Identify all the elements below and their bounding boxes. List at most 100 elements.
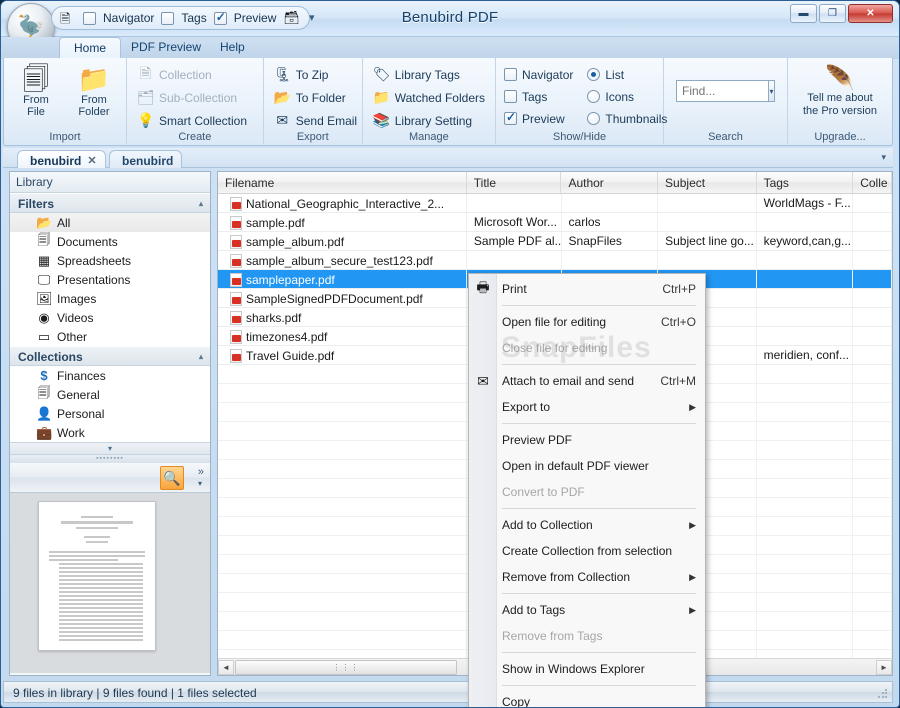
- showhide-tags-row[interactable]: Tags: [504, 87, 573, 106]
- preview-zoom-button[interactable]: 🔍: [160, 466, 184, 490]
- preview-pane[interactable]: [10, 493, 210, 673]
- cell-filename: Travel Guide.pdf: [246, 349, 335, 363]
- column-header-tags[interactable]: Tags: [757, 172, 854, 193]
- smart-collection-button[interactable]: 💡 Smart Collection: [133, 110, 251, 131]
- collection-button[interactable]: 🗎 Collection: [133, 64, 251, 85]
- chevron-double-right-icon[interactable]: »: [198, 466, 204, 478]
- resize-grip[interactable]: [877, 688, 889, 700]
- chevron-up-icon[interactable]: ▴: [199, 199, 203, 208]
- filter-item-videos[interactable]: ◉ Videos: [10, 308, 210, 327]
- to-zip-label: To Zip: [295, 67, 329, 82]
- menu-item-preview-pdf[interactable]: Preview PDF: [469, 427, 705, 453]
- menu-item-print[interactable]: 🖶 Print Ctrl+P: [469, 276, 705, 302]
- tags-checkbox[interactable]: [504, 90, 517, 103]
- view-list-row[interactable]: List: [587, 65, 667, 84]
- import-document-icon[interactable]: 🗎: [60, 10, 76, 26]
- menu-item-add-to-collection[interactable]: Add to Collection ▶: [469, 512, 705, 538]
- column-header-collections[interactable]: Colle: [853, 172, 892, 193]
- collection-item-finances[interactable]: $ Finances: [10, 366, 210, 385]
- library-icon[interactable]: 🗃: [283, 10, 300, 26]
- table-row[interactable]: sample_album_secure_test123.pdf: [218, 251, 892, 270]
- send-email-button[interactable]: ✉ Send Email: [270, 110, 361, 131]
- filter-item-documents[interactable]: 🗐 Documents: [10, 232, 210, 251]
- qat-tags-label[interactable]: Tags: [181, 11, 206, 25]
- filter-item-presentations[interactable]: 🖵 Presentations: [10, 270, 210, 289]
- menu-item-open-file-for-editing[interactable]: Open file for editing Ctrl+O: [469, 309, 705, 335]
- column-header-filename[interactable]: Filename: [218, 172, 467, 193]
- library-tags-button[interactable]: 🏷 Library Tags: [369, 64, 489, 85]
- menu-item-export-to[interactable]: Export to ▶: [469, 394, 705, 420]
- watched-folders-button[interactable]: 📁 Watched Folders: [369, 87, 489, 108]
- scroll-left-arrow-icon[interactable]: ◄: [218, 659, 234, 675]
- menu-item-add-to-tags[interactable]: Add to Tags ▶: [469, 597, 705, 623]
- qat-navigator-checkbox[interactable]: [83, 11, 96, 25]
- filter-item-spreadsheets[interactable]: ▦ Spreadsheets: [10, 251, 210, 270]
- close-button[interactable]: ✕: [848, 4, 893, 23]
- qat-tags-checkbox[interactable]: [161, 11, 175, 25]
- chevron-up-icon-collections[interactable]: ▴: [199, 352, 203, 361]
- library-panel-header: Library: [10, 172, 210, 193]
- collections-section-header[interactable]: Collections ▴: [10, 346, 210, 366]
- close-icon[interactable]: ✕: [87, 154, 96, 167]
- tab-help[interactable]: Help: [206, 37, 259, 59]
- collection-item-general[interactable]: 🗐 General: [10, 385, 210, 404]
- upgrade-button[interactable]: 🪶 Tell me about the Pro version: [794, 62, 886, 118]
- doc-tab-benubird-second[interactable]: benubird: [109, 150, 183, 168]
- table-row[interactable]: National_Geographic_Interactive_2... Wor…: [218, 194, 892, 213]
- view-thumbnails-row[interactable]: Thumbnails: [587, 109, 667, 128]
- preview-checkbox[interactable]: [504, 110, 517, 125]
- table-row[interactable]: sample_album.pdf Sample PDF al... SnapFi…: [218, 232, 892, 251]
- view-icons-row[interactable]: Icons: [587, 87, 667, 106]
- maximize-button[interactable]: ❐: [819, 4, 846, 23]
- thumbnails-radio[interactable]: [587, 112, 601, 125]
- collection-item-personal[interactable]: 👤 Personal: [10, 404, 210, 423]
- minimize-button[interactable]: ▬: [790, 4, 817, 23]
- collection-item-work[interactable]: 💼 Work: [10, 423, 210, 442]
- icons-radio[interactable]: [587, 90, 601, 103]
- table-row[interactable]: sample.pdf Microsoft Wor... carlos: [218, 213, 892, 232]
- from-file-button[interactable]: 🗐 From File: [10, 62, 62, 118]
- cell-tags: [757, 251, 854, 269]
- qat-preview-checkbox[interactable]: [213, 10, 227, 25]
- tab-pdf-preview[interactable]: PDF Preview: [117, 37, 215, 59]
- cell-collection: [853, 213, 892, 231]
- menu-item-copy[interactable]: Copy: [469, 689, 705, 707]
- showhide-preview-row[interactable]: Preview: [504, 109, 573, 128]
- filter-item-all[interactable]: 📂 All: [10, 213, 210, 232]
- navigator-checkbox[interactable]: [504, 68, 517, 81]
- qat-overflow-caret[interactable]: ▾: [309, 11, 315, 24]
- from-folder-button[interactable]: 📁 From Folder: [68, 62, 120, 118]
- sub-collection-button[interactable]: 🗂 Sub-Collection: [133, 87, 251, 108]
- filter-item-other[interactable]: ▭ Other: [10, 327, 210, 346]
- scroll-thumb[interactable]: ⋮⋮⋮: [235, 659, 457, 675]
- scroll-right-arrow-icon[interactable]: ►: [876, 659, 892, 675]
- tab-home[interactable]: Home: [59, 37, 122, 59]
- pdf-file-icon: [230, 254, 242, 268]
- qat-preview-label[interactable]: Preview: [234, 11, 277, 25]
- to-zip-button[interactable]: 🗜 To Zip: [270, 64, 361, 85]
- doc-tab-benubird-active[interactable]: benubird ✕: [17, 150, 106, 168]
- cell-title: [467, 251, 562, 269]
- column-header-title[interactable]: Title: [467, 172, 562, 193]
- filter-item-images[interactable]: 🖼 Images: [10, 289, 210, 308]
- list-radio[interactable]: [587, 68, 601, 81]
- panel-collapse-button[interactable]: ▾: [10, 442, 210, 455]
- menu-item-attach-to-email-and-send[interactable]: ✉ Attach to email and send Ctrl+M: [469, 368, 705, 394]
- showhide-navigator-row[interactable]: Navigator: [504, 65, 573, 84]
- library-setting-button[interactable]: 📚 Library Setting: [369, 110, 489, 131]
- menu-item-create-collection-from-selection[interactable]: Create Collection from selection: [469, 538, 705, 564]
- to-folder-button[interactable]: 📂 To Folder: [270, 87, 361, 108]
- doc-tabs-overflow-caret[interactable]: ▾: [881, 152, 886, 163]
- qat-navigator-label[interactable]: Navigator: [103, 11, 154, 25]
- panel-splitter-grip[interactable]: ▪▪▪▪▪▪▪▪: [10, 455, 210, 463]
- ribbon-group-import: 🗐 From File 📁 From Folder Import: [4, 58, 127, 144]
- column-header-subject[interactable]: Subject: [658, 172, 757, 193]
- preview-toolbar-dropdown-icon[interactable]: ▾: [198, 479, 202, 488]
- menu-item-open-in-default-pdf-viewer[interactable]: Open in default PDF viewer: [469, 453, 705, 479]
- filters-section-header[interactable]: Filters ▴: [10, 193, 210, 213]
- menu-item-remove-from-collection[interactable]: Remove from Collection ▶: [469, 564, 705, 590]
- menu-item-show-in-windows-explorer[interactable]: Show in Windows Explorer: [469, 656, 705, 682]
- search-input[interactable]: [676, 80, 768, 102]
- search-dropdown-button[interactable]: ▾: [768, 80, 775, 102]
- column-header-author[interactable]: Author: [561, 172, 659, 193]
